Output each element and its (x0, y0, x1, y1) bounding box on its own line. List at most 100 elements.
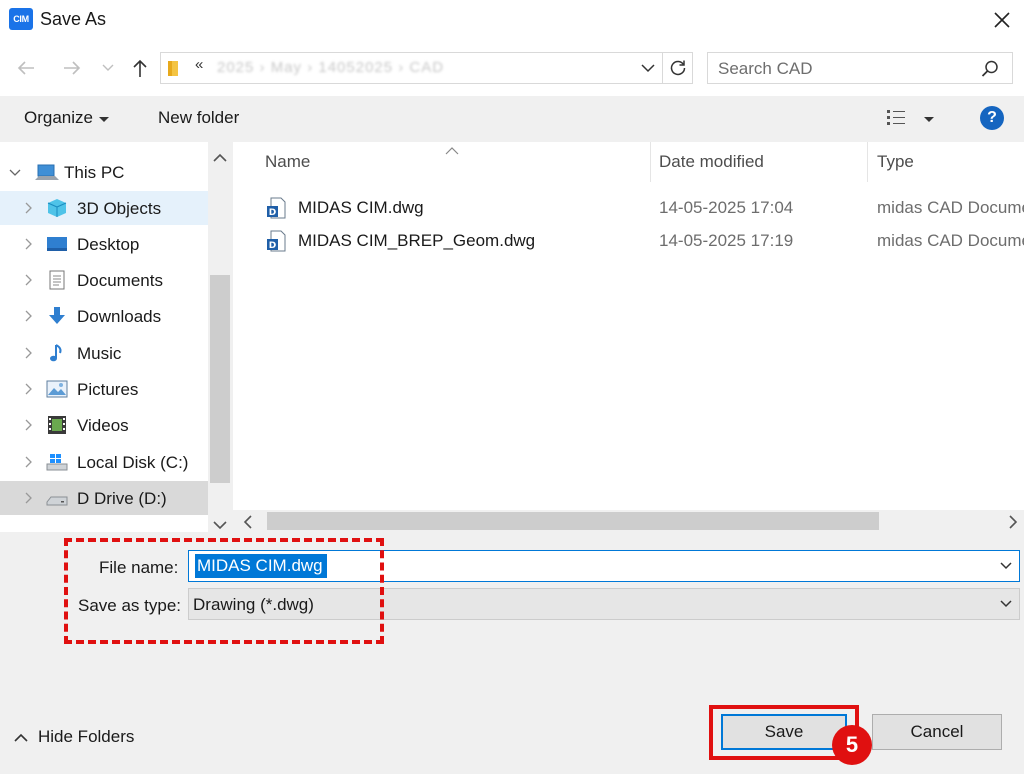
nav-item-pictures[interactable]: Pictures (0, 372, 208, 406)
column-header-name[interactable]: Name (265, 152, 310, 172)
video-icon (48, 416, 66, 434)
desktop-icon (47, 237, 67, 251)
nav-item-3d-objects[interactable]: 3D Objects (0, 191, 208, 225)
nav-item-documents[interactable]: Documents (0, 263, 208, 297)
column-divider[interactable] (867, 142, 868, 182)
nav-item-label: Downloads (77, 307, 162, 326)
chevron-up-icon (213, 153, 227, 162)
sort-indicator (445, 140, 459, 160)
chevron-up-icon (445, 147, 459, 155)
dwg-file-icon: D (267, 230, 286, 252)
help-button[interactable]: ? (980, 106, 1004, 130)
disk-icon (46, 454, 68, 471)
caret-down-icon (98, 116, 109, 122)
close-button[interactable] (986, 4, 1018, 36)
chevron-right-icon (1009, 515, 1018, 529)
search-input[interactable] (718, 58, 968, 80)
scroll-up-button[interactable] (212, 148, 228, 168)
picture-icon (46, 380, 68, 398)
refresh-icon (670, 60, 685, 76)
svg-text:D: D (269, 208, 276, 218)
file-row[interactable]: D MIDAS CIM_BREP_Geom.dwg 14-05-2025 17:… (233, 226, 1024, 256)
nav-item-label: 3D Objects (77, 199, 162, 218)
nav-scrollbar-thumb[interactable] (210, 275, 230, 483)
search-icon[interactable] (980, 59, 1000, 79)
chevron-right-icon (25, 310, 32, 322)
svg-text:D: D (269, 241, 276, 251)
chevron-down-icon (9, 169, 21, 176)
recent-locations-button[interactable] (96, 54, 120, 82)
address-dropdown[interactable] (637, 57, 659, 79)
file-date: 14-05-2025 17:19 (659, 231, 794, 250)
title-bar (0, 0, 1024, 40)
arrow-up-icon (133, 59, 147, 77)
chevron-right-icon (25, 383, 32, 395)
nav-item-this-pc[interactable]: This PC (0, 155, 208, 189)
chevron-right-icon (25, 419, 32, 431)
caret-down-icon (924, 117, 934, 122)
chevron-down-icon[interactable] (999, 559, 1013, 573)
address-overflow-chevron[interactable]: « (195, 56, 203, 73)
forward-button[interactable] (58, 54, 86, 82)
nav-item-downloads[interactable]: Downloads (0, 299, 208, 333)
nav-item-videos[interactable]: Videos (0, 408, 208, 442)
nav-item-label: Music (77, 344, 122, 363)
column-divider[interactable] (650, 142, 651, 182)
chevron-right-icon (25, 274, 32, 286)
nav-root-label: This PC (64, 163, 125, 182)
file-type: midas CAD Document (877, 231, 1024, 250)
refresh-button[interactable] (663, 52, 693, 84)
nav-item-desktop[interactable]: Desktop (0, 227, 208, 261)
file-type: midas CAD Document (877, 198, 1024, 217)
file-name: MIDAS CIM.dwg (298, 198, 424, 217)
chevron-down-icon (102, 64, 114, 71)
view-dropdown[interactable] (924, 115, 934, 122)
annotation-dashed-highlight (64, 538, 384, 644)
dwg-file-icon: D (267, 197, 286, 219)
chevron-right-icon (25, 238, 32, 250)
nav-item-music[interactable]: Music (0, 336, 208, 370)
download-icon (49, 307, 65, 324)
search-box[interactable] (707, 52, 1013, 84)
nav-item-label: Desktop (77, 235, 140, 254)
address-bar[interactable]: « 2025 › May › 14052025 › CAD (160, 52, 663, 84)
back-button[interactable] (12, 54, 40, 82)
chevron-right-icon (25, 202, 32, 214)
nav-item-local-disk-c[interactable]: Local Disk (C:) (0, 445, 208, 479)
cancel-button[interactable]: Cancel (872, 714, 1002, 750)
hide-folders-button[interactable]: Hide Folders (14, 727, 134, 747)
scroll-right-button[interactable] (1008, 514, 1018, 534)
scroll-down-button[interactable] (212, 515, 228, 535)
computer-icon (35, 164, 59, 180)
address-path: 2025 › May › 14052025 › CAD (217, 59, 445, 76)
up-button[interactable] (126, 54, 154, 82)
nav-item-d-drive[interactable]: D Drive (D:) (0, 481, 208, 515)
chevron-down-icon (1000, 600, 1012, 608)
nav-item-label: Pictures (77, 380, 139, 399)
view-options-button[interactable] (884, 108, 908, 128)
chevron-right-icon (25, 456, 32, 468)
new-folder-label: New folder (158, 108, 240, 127)
column-header-date[interactable]: Date modified (659, 152, 764, 172)
hide-folders-label: Hide Folders (38, 727, 135, 746)
chevron-left-icon (243, 515, 252, 529)
step-number-badge: 5 (832, 725, 872, 765)
new-folder-button[interactable]: New folder (158, 108, 239, 128)
chevron-right-icon (25, 347, 32, 359)
command-bar (0, 96, 1024, 142)
file-date: 14-05-2025 17:04 (659, 198, 794, 217)
nav-item-label: Videos (77, 416, 129, 435)
nav-item-label: D Drive (D:) (77, 489, 167, 508)
drive-icon (46, 496, 68, 506)
arrow-left-icon (17, 61, 34, 75)
file-name: MIDAS CIM_BREP_Geom.dwg (298, 231, 536, 250)
cube-icon (47, 199, 67, 217)
file-list-scrollbar-thumb[interactable] (267, 512, 879, 530)
file-row[interactable]: D MIDAS CIM.dwg 14-05-2025 17:04 midas C… (233, 193, 1024, 223)
close-icon (994, 12, 1010, 28)
scroll-left-button[interactable] (243, 514, 253, 534)
details-view-icon (887, 110, 905, 125)
folder-icon (168, 61, 178, 76)
organize-button[interactable]: Organize (24, 108, 109, 128)
column-header-type[interactable]: Type (877, 152, 914, 172)
